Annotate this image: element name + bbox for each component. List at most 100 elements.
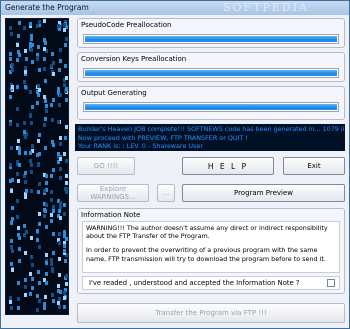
matrix-glyph: [37, 190, 41, 194]
matrix-column: [43, 19, 49, 314]
matrix-glyph: [24, 230, 28, 234]
matrix-glyph: [9, 57, 12, 61]
matrix-glyph: [36, 308, 40, 312]
matrix-glyph: [63, 230, 67, 234]
matrix-glyph: [10, 239, 13, 243]
matrix-column: [15, 19, 22, 314]
matrix-glyph: [43, 19, 46, 23]
matrix-glyph: [23, 66, 27, 70]
matrix-glyph: [11, 268, 14, 272]
matrix-glyph: [30, 121, 34, 125]
matrix-glyph: [65, 76, 68, 80]
matrix-column: [29, 19, 35, 314]
help-button[interactable]: H E L P: [182, 157, 274, 175]
matrix-glyph: [38, 182, 42, 186]
information-note-text: WARNING!!! The author doesn't assume any…: [82, 221, 340, 273]
explore-warnings-button[interactable]: Explore WARNINGS...: [77, 184, 149, 202]
matrix-glyph: [30, 170, 34, 174]
matrix-glyph: [22, 80, 26, 84]
matrix-glyph: [45, 181, 48, 185]
matrix-glyph: [38, 68, 42, 72]
matrix-glyph: [45, 174, 48, 178]
matrix-glyph: [65, 159, 68, 163]
transfer-ftp-button[interactable]: Transfer the Program via FTP !!!: [77, 303, 345, 323]
matrix-glyph: [57, 68, 61, 72]
go-button[interactable]: GO !!!!: [77, 157, 135, 175]
matrix-glyph: [58, 142, 62, 146]
matrix-glyph: [36, 238, 40, 242]
matrix-glyph: [50, 293, 54, 297]
matrix-glyph: [63, 305, 67, 309]
watermark: SOFTPEDIA: [222, 1, 309, 14]
matrix-glyph: [15, 172, 19, 176]
accept-note-checkbox[interactable]: [327, 279, 335, 287]
matrix-glyph: [58, 205, 62, 209]
matrix-column: [36, 19, 42, 314]
matrix-glyph: [22, 224, 26, 228]
matrix-glyph: [31, 286, 35, 290]
matrix-glyph: [17, 236, 21, 240]
matrix-glyph: [58, 201, 62, 205]
matrix-glyph: [38, 212, 42, 216]
matrix-glyph: [36, 229, 40, 233]
accept-note-row[interactable]: I've readed , understood and accepted th…: [82, 276, 340, 290]
matrix-glyph: [58, 290, 62, 294]
matrix-glyph: [15, 107, 19, 111]
matrix-glyph: [56, 152, 60, 156]
matrix-glyph: [63, 249, 67, 253]
output-generating-label: Output Generating: [81, 89, 147, 97]
matrix-glyph: [57, 209, 61, 213]
matrix-glyph: [58, 167, 62, 171]
matrix-glyph: [64, 136, 68, 140]
matrix-glyph: [43, 67, 46, 71]
matrix-glyph: [9, 122, 12, 126]
matrix-glyph: [10, 306, 13, 310]
matrix-glyph: [63, 23, 67, 27]
matrix-glyph: [37, 270, 41, 274]
matrix-glyph: [17, 163, 21, 167]
matrix-glyph: [64, 43, 68, 47]
matrix-glyph: [9, 163, 12, 167]
pseudocode-group: PseudoCode Preallocation: [77, 18, 345, 48]
matrix-glyph: [49, 190, 53, 194]
matrix-glyph: [23, 70, 27, 74]
matrix-glyph: [44, 117, 47, 121]
matrix-glyph: [44, 99, 47, 103]
note-paragraph: WARNING!!! The author doesn't assume any…: [86, 224, 328, 241]
exit-button[interactable]: Exit: [283, 157, 345, 175]
matrix-glyph: [45, 261, 48, 265]
matrix-glyph: [57, 241, 61, 245]
log-line: Your RANK is: : LEV. 0 - Shareware User: [78, 142, 203, 151]
matrix-glyph: [57, 257, 61, 261]
note-paragraph: In order to prevent the overwriting of a…: [86, 246, 326, 263]
matrix-glyph: [45, 253, 48, 257]
matrix-glyph: [51, 209, 55, 213]
matrix-glyph: [29, 151, 33, 155]
matrix-glyph: [63, 244, 67, 248]
matrix-glyph: [38, 299, 42, 303]
matrix-glyph: [31, 60, 35, 64]
matrix-glyph: [11, 63, 14, 67]
matrix-glyph: [45, 203, 48, 207]
matrix-column: [9, 19, 15, 314]
matrix-glyph: [50, 118, 54, 122]
matrix-glyph: [57, 305, 61, 309]
matrix-glyph: [30, 37, 34, 41]
matrix-glyph: [11, 85, 14, 89]
matrix-glyph: [43, 47, 46, 51]
matrix-glyph: [11, 206, 14, 210]
matrix-glyph: [29, 114, 33, 118]
matrix-glyph: [30, 255, 34, 259]
matrix-glyph: [23, 285, 27, 289]
matrix-glyph: [65, 125, 68, 129]
ellipsis-button[interactable]: ...: [157, 184, 175, 202]
program-preview-button[interactable]: Program Preview: [182, 184, 345, 202]
matrix-glyph: [23, 85, 27, 89]
matrix-glyph: [16, 34, 20, 38]
matrix-glyph: [63, 152, 67, 156]
matrix-glyph: [44, 146, 47, 150]
matrix-glyph: [65, 87, 68, 91]
matrix-glyph: [45, 281, 48, 285]
conversion-keys-group: Conversion Keys Preallocation: [77, 52, 345, 82]
matrix-column: [56, 19, 63, 314]
